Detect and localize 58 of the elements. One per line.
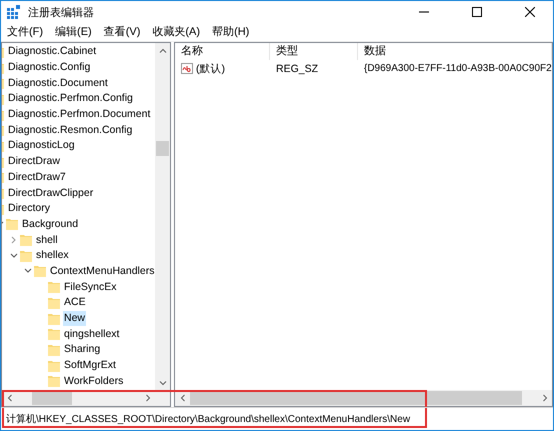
menu-item[interactable]: 查看(V) <box>98 24 146 40</box>
tree-item[interactable]: ACE <box>63 295 87 310</box>
folder-icon <box>48 296 60 309</box>
scrollbar-thumb[interactable] <box>156 141 169 156</box>
folder-icon <box>48 375 60 388</box>
tree-item[interactable]: qingshellext <box>63 326 120 342</box>
tree-item[interactable]: Background <box>21 216 80 232</box>
tree-item[interactable]: Diagnostic.Document <box>7 76 109 91</box>
column-header[interactable]: 名称 <box>175 43 270 60</box>
tree-item[interactable]: DirectDraw7 <box>7 170 67 185</box>
tree-item[interactable]: FileSyncEx <box>63 280 118 295</box>
folder-icon <box>48 360 60 372</box>
folder-icon <box>6 218 18 230</box>
folder-icon <box>20 234 32 246</box>
tree-item[interactable]: Diagnostic.Config <box>7 60 92 76</box>
tree-item[interactable]: DirectDrawClipper <box>7 186 94 201</box>
tree-item[interactable]: SoftMgrExt <box>63 358 117 374</box>
collapse-icon[interactable] <box>10 252 18 259</box>
tree-item[interactable]: DiagnosticLog <box>7 138 76 154</box>
folder-icon <box>48 312 60 325</box>
tree-item[interactable]: Diagnostic.Perfmon.Config <box>7 91 134 106</box>
tree-item[interactable]: shell <box>35 232 59 248</box>
table-cell: (默认) <box>196 62 225 76</box>
tree-item[interactable]: Diagnostic.Perfmon.Document <box>7 107 152 122</box>
folder-icon <box>34 265 46 278</box>
status-path: 计算机\HKEY_CLASSES_ROOT\Directory\Background\shellex\ContextMenuHandlers\New <box>6 412 410 426</box>
maximize-icon <box>472 7 482 17</box>
menu-item[interactable]: 收藏夹(A) <box>146 24 206 40</box>
column-header[interactable]: 数据 <box>358 43 552 60</box>
menu-item[interactable]: 帮助(H) <box>206 24 256 40</box>
tree-item[interactable]: Diagnostic.Resmon.Config <box>7 122 134 138</box>
tree-item[interactable]: New <box>63 311 86 326</box>
tree-item[interactable]: shellex <box>35 248 70 264</box>
collapse-icon[interactable] <box>24 268 32 274</box>
vertical-scrollbar[interactable] <box>155 43 170 390</box>
registry-app-icon <box>7 5 21 19</box>
column-header[interactable]: 类型 <box>270 43 358 60</box>
tree-item[interactable]: Diagnostic.Cabinet <box>7 44 98 60</box>
menu-item[interactable]: 编辑(E) <box>49 24 98 40</box>
folder-icon <box>20 250 32 262</box>
expand-icon[interactable] <box>11 236 17 244</box>
window-title: 注册表编辑器 <box>28 6 95 20</box>
tree-item[interactable]: ContextMenuHandlers <box>49 264 155 279</box>
scrollbar-thumb[interactable] <box>190 391 522 405</box>
folder-icon <box>48 281 60 294</box>
scrollbar-thumb[interactable] <box>32 391 72 405</box>
table-cell-text: {D969A300-E7FF-11d0-A93B-00A0C90F2 <box>363 62 552 76</box>
tree-item[interactable]: Sharing <box>63 342 102 358</box>
menu-item[interactable]: 文件(F) <box>1 24 50 40</box>
folder-icon <box>48 328 60 340</box>
close-icon <box>525 7 535 17</box>
folder-icon <box>48 344 60 356</box>
tree-item[interactable]: DirectDraw <box>7 154 61 170</box>
tree-item[interactable]: Directory <box>7 201 52 216</box>
table-cell-text: REG_SZ <box>275 62 320 76</box>
horizontal-scrollbar[interactable] <box>175 390 552 406</box>
tree-item[interactable]: WorkFolders <box>63 374 124 389</box>
string-value-icon <box>181 63 193 74</box>
